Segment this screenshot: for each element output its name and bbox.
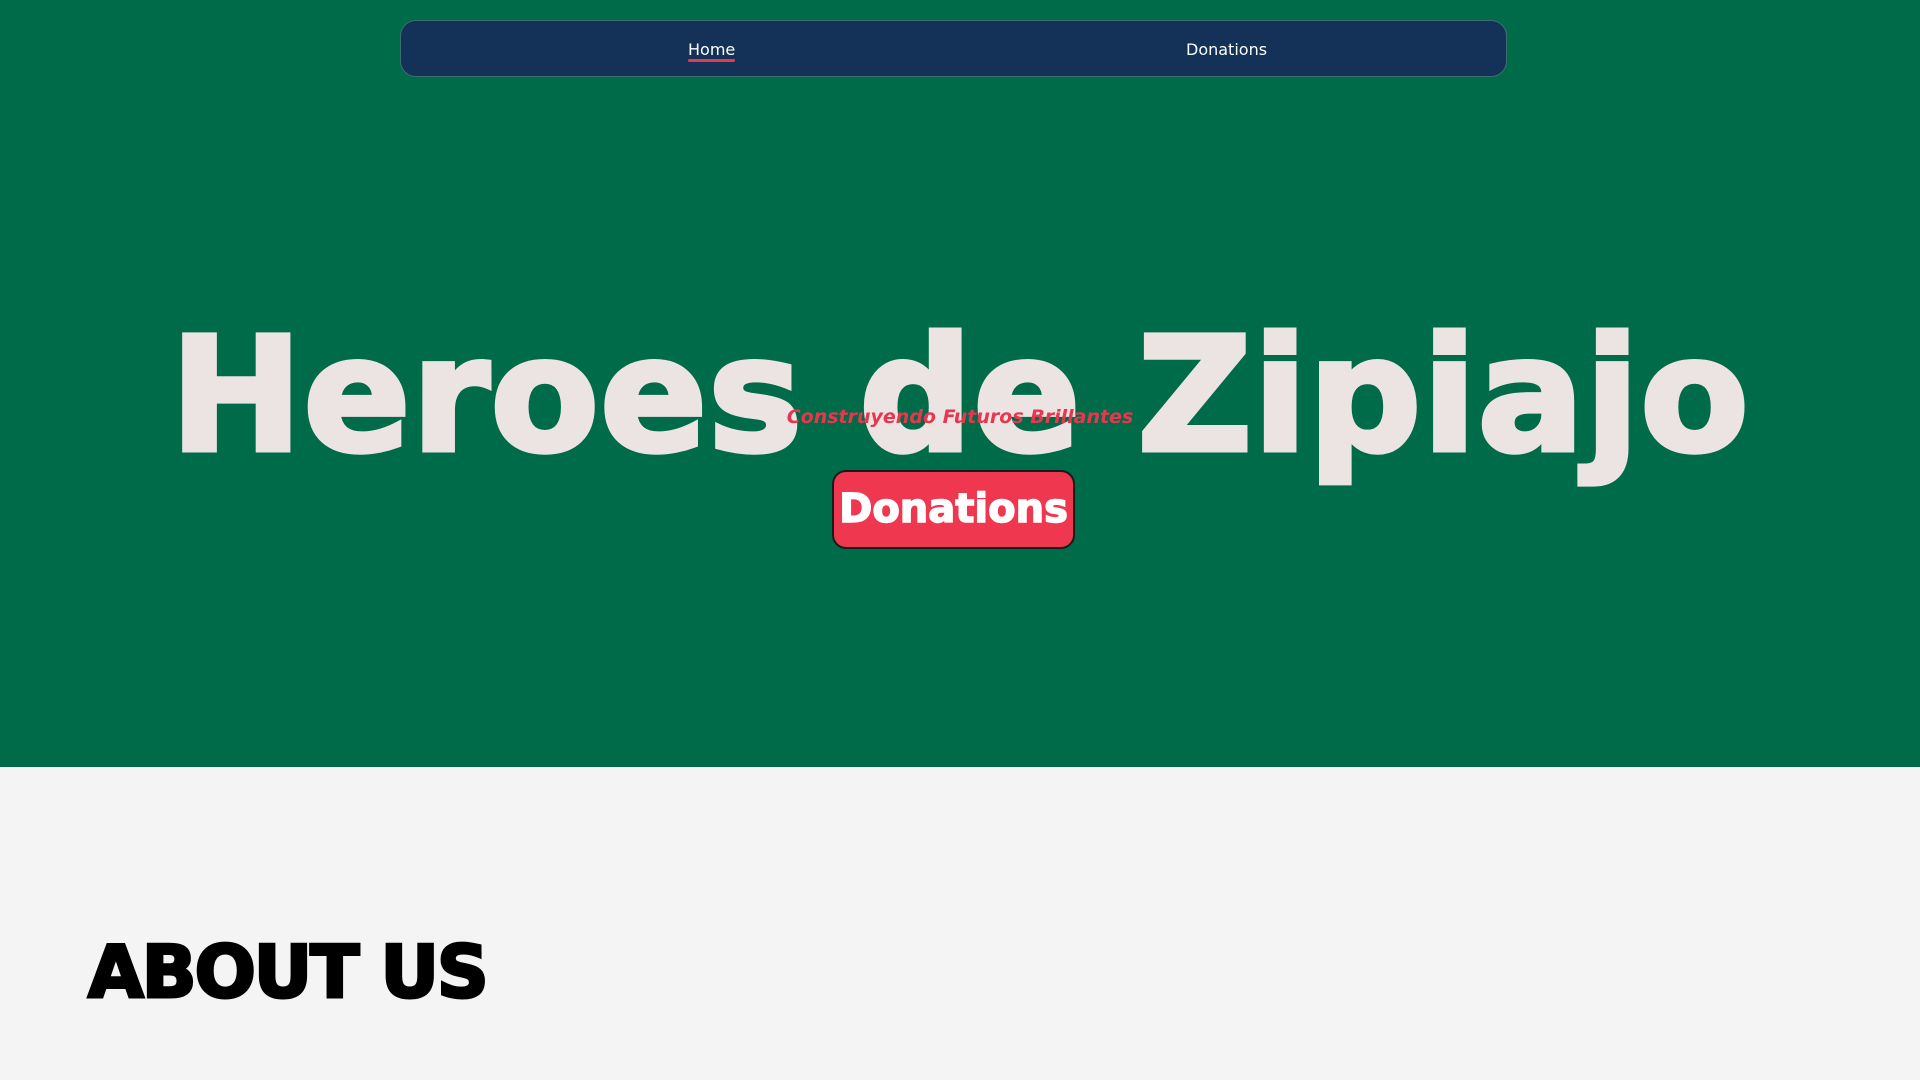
donations-button[interactable]: Donations [832,470,1075,549]
hero-title: Heroes de Zipiajo [168,301,1752,490]
hero-section: Home Donations Heroes de Zipiajo Constru… [0,0,1920,767]
about-heading: ABOUT US [87,929,491,1016]
nav-home-label: Home [688,40,736,59]
nav-donations-label: Donations [1186,40,1268,59]
hero-subtitle: Construyendo Futuros Brillantes [786,406,1134,428]
top-navbar: Home Donations [400,20,1507,77]
about-section: ABOUT US [0,767,1920,1080]
nav-home-link[interactable]: Home [688,21,736,78]
active-underline [688,59,736,62]
nav-donations-link[interactable]: Donations [1186,21,1267,78]
